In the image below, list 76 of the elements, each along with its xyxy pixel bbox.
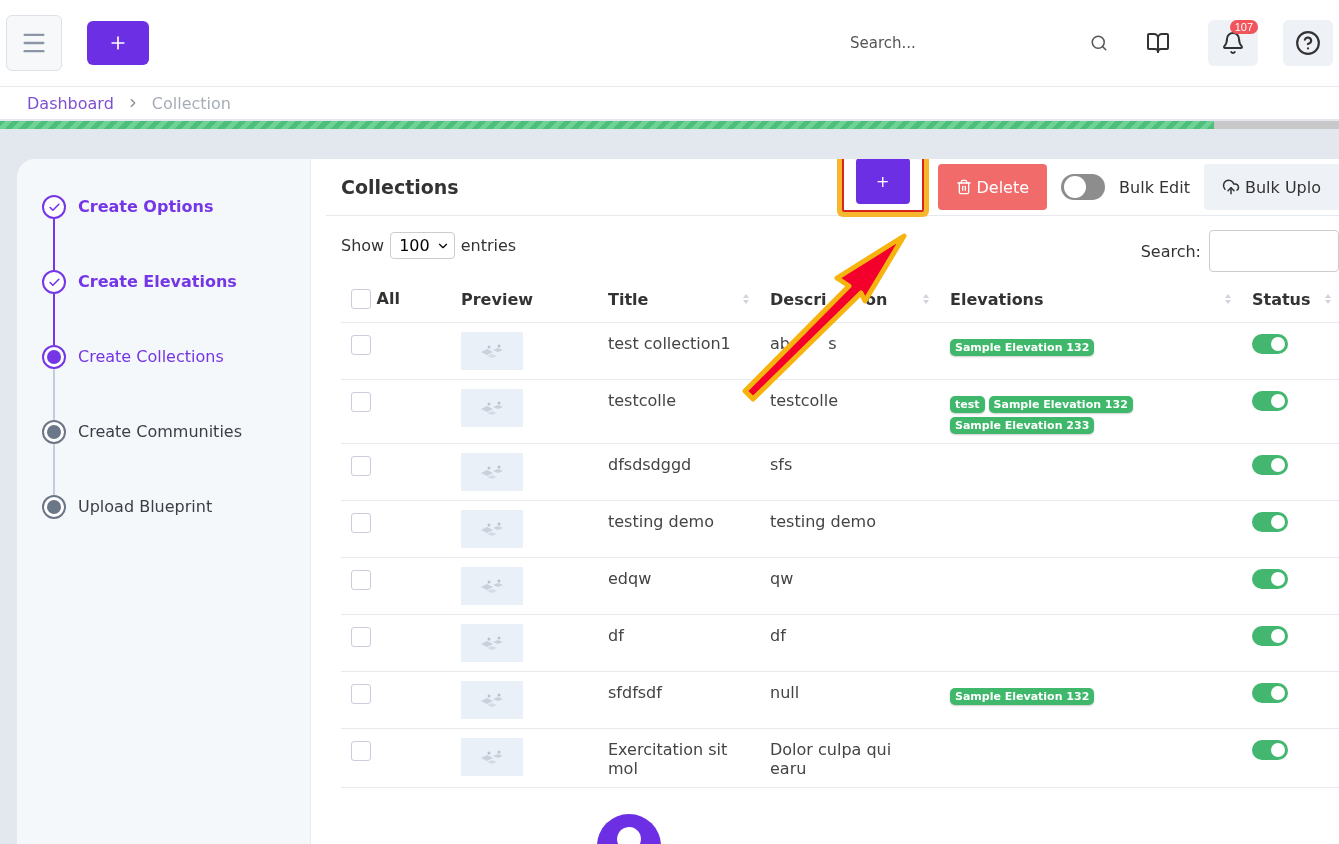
trash-icon <box>955 179 972 195</box>
row-checkbox[interactable] <box>351 455 371 476</box>
notification-count: 107 <box>1229 20 1258 34</box>
status-toggle[interactable] <box>1252 334 1288 354</box>
sort-icon[interactable] <box>922 293 930 305</box>
title-cell: edqw <box>608 569 652 588</box>
column-header: Preview <box>461 289 533 309</box>
step-label[interactable]: Create Communities <box>78 422 242 441</box>
title-cell: dfsdsdggd <box>608 455 692 474</box>
menu-button[interactable] <box>6 15 62 71</box>
column-header[interactable]: Elevations <box>950 289 1044 309</box>
check-icon <box>47 200 61 214</box>
row-checkbox[interactable] <box>351 512 371 533</box>
description-cell: qw <box>770 569 794 588</box>
sort-icon[interactable] <box>1324 293 1332 305</box>
column-header[interactable]: Title <box>608 289 649 309</box>
search-icon[interactable] <box>1090 34 1108 52</box>
elevation-tag: Sample Elevation 233 <box>950 417 1095 434</box>
row-checkbox[interactable] <box>351 626 371 647</box>
column-header[interactable]: Status <box>1252 289 1311 309</box>
row-checkbox[interactable] <box>351 740 371 761</box>
table-search-field[interactable] <box>1209 230 1339 272</box>
description-cell: df <box>770 626 786 645</box>
show-label: Show <box>341 236 385 255</box>
title-cell: df <box>608 626 624 645</box>
description-fragment: s <box>828 334 837 353</box>
search-label: Search: <box>1140 241 1201 261</box>
book-icon <box>1146 31 1170 55</box>
row-checkbox[interactable] <box>351 334 371 355</box>
bulk-edit-toggle[interactable] <box>1061 174 1106 200</box>
status-toggle[interactable] <box>1252 391 1288 411</box>
step-label[interactable]: Create Options <box>78 197 214 216</box>
description-cell: Dolor culpa qui earu <box>770 740 892 778</box>
row-checkbox[interactable] <box>351 683 371 704</box>
row-checkbox[interactable] <box>351 391 371 412</box>
help-button[interactable] <box>1283 20 1333 66</box>
add-button[interactable] <box>87 21 149 65</box>
description-cell: sfs <box>770 455 793 474</box>
sort-icon[interactable] <box>1224 293 1232 305</box>
help-icon <box>1295 30 1321 56</box>
step-label[interactable]: Create Elevations <box>78 272 237 291</box>
title-cell: sfdfsdf <box>608 683 662 702</box>
panel-title: Collections <box>341 176 460 198</box>
status-toggle[interactable] <box>1252 683 1288 703</box>
bulk-upload-button[interactable]: Bulk Uplo <box>1204 164 1339 210</box>
description-cell: testcolle <box>770 391 839 410</box>
entries-select[interactable]: 100 <box>390 232 455 259</box>
status-toggle[interactable] <box>1252 512 1288 532</box>
status-toggle[interactable] <box>1252 569 1288 589</box>
title-cell: test collection1 <box>608 334 731 353</box>
step-label[interactable]: Upload Blueprint <box>78 497 213 516</box>
title-cell: testing demo <box>608 512 714 531</box>
column-header: All <box>376 288 400 308</box>
description-cell: testing demo <box>770 512 876 531</box>
status-toggle[interactable] <box>1252 455 1288 475</box>
title-cell: Exercitation sit mol <box>608 740 728 778</box>
add-collection-button[interactable]: + <box>856 159 910 204</box>
row-checkbox[interactable] <box>351 569 371 590</box>
title-cell: testcolle <box>608 391 677 410</box>
entries-label: entries <box>460 236 517 255</box>
toggle-label: Bulk Edit <box>1119 177 1190 197</box>
elevation-tag: Sample Elevation 132 <box>950 688 1095 705</box>
upload-icon <box>1222 178 1240 196</box>
elevation-tag: Sample Elevation 132 <box>950 339 1095 356</box>
check-icon <box>47 275 61 289</box>
select-all-checkbox[interactable] <box>351 289 371 310</box>
status-toggle[interactable] <box>1252 626 1288 646</box>
breadcrumb-link[interactable]: Dashboard <box>27 93 114 113</box>
column-header[interactable]: Descri <box>770 289 827 309</box>
elevation-tag: Sample Elevation 132 <box>988 396 1133 413</box>
status-toggle[interactable] <box>1252 740 1288 760</box>
elevation-tag: test <box>950 396 985 413</box>
step-label[interactable]: Create Collections <box>78 347 224 366</box>
sort-icon[interactable] <box>742 293 750 305</box>
description-cell: null <box>770 683 800 702</box>
bell-icon <box>1221 31 1245 55</box>
